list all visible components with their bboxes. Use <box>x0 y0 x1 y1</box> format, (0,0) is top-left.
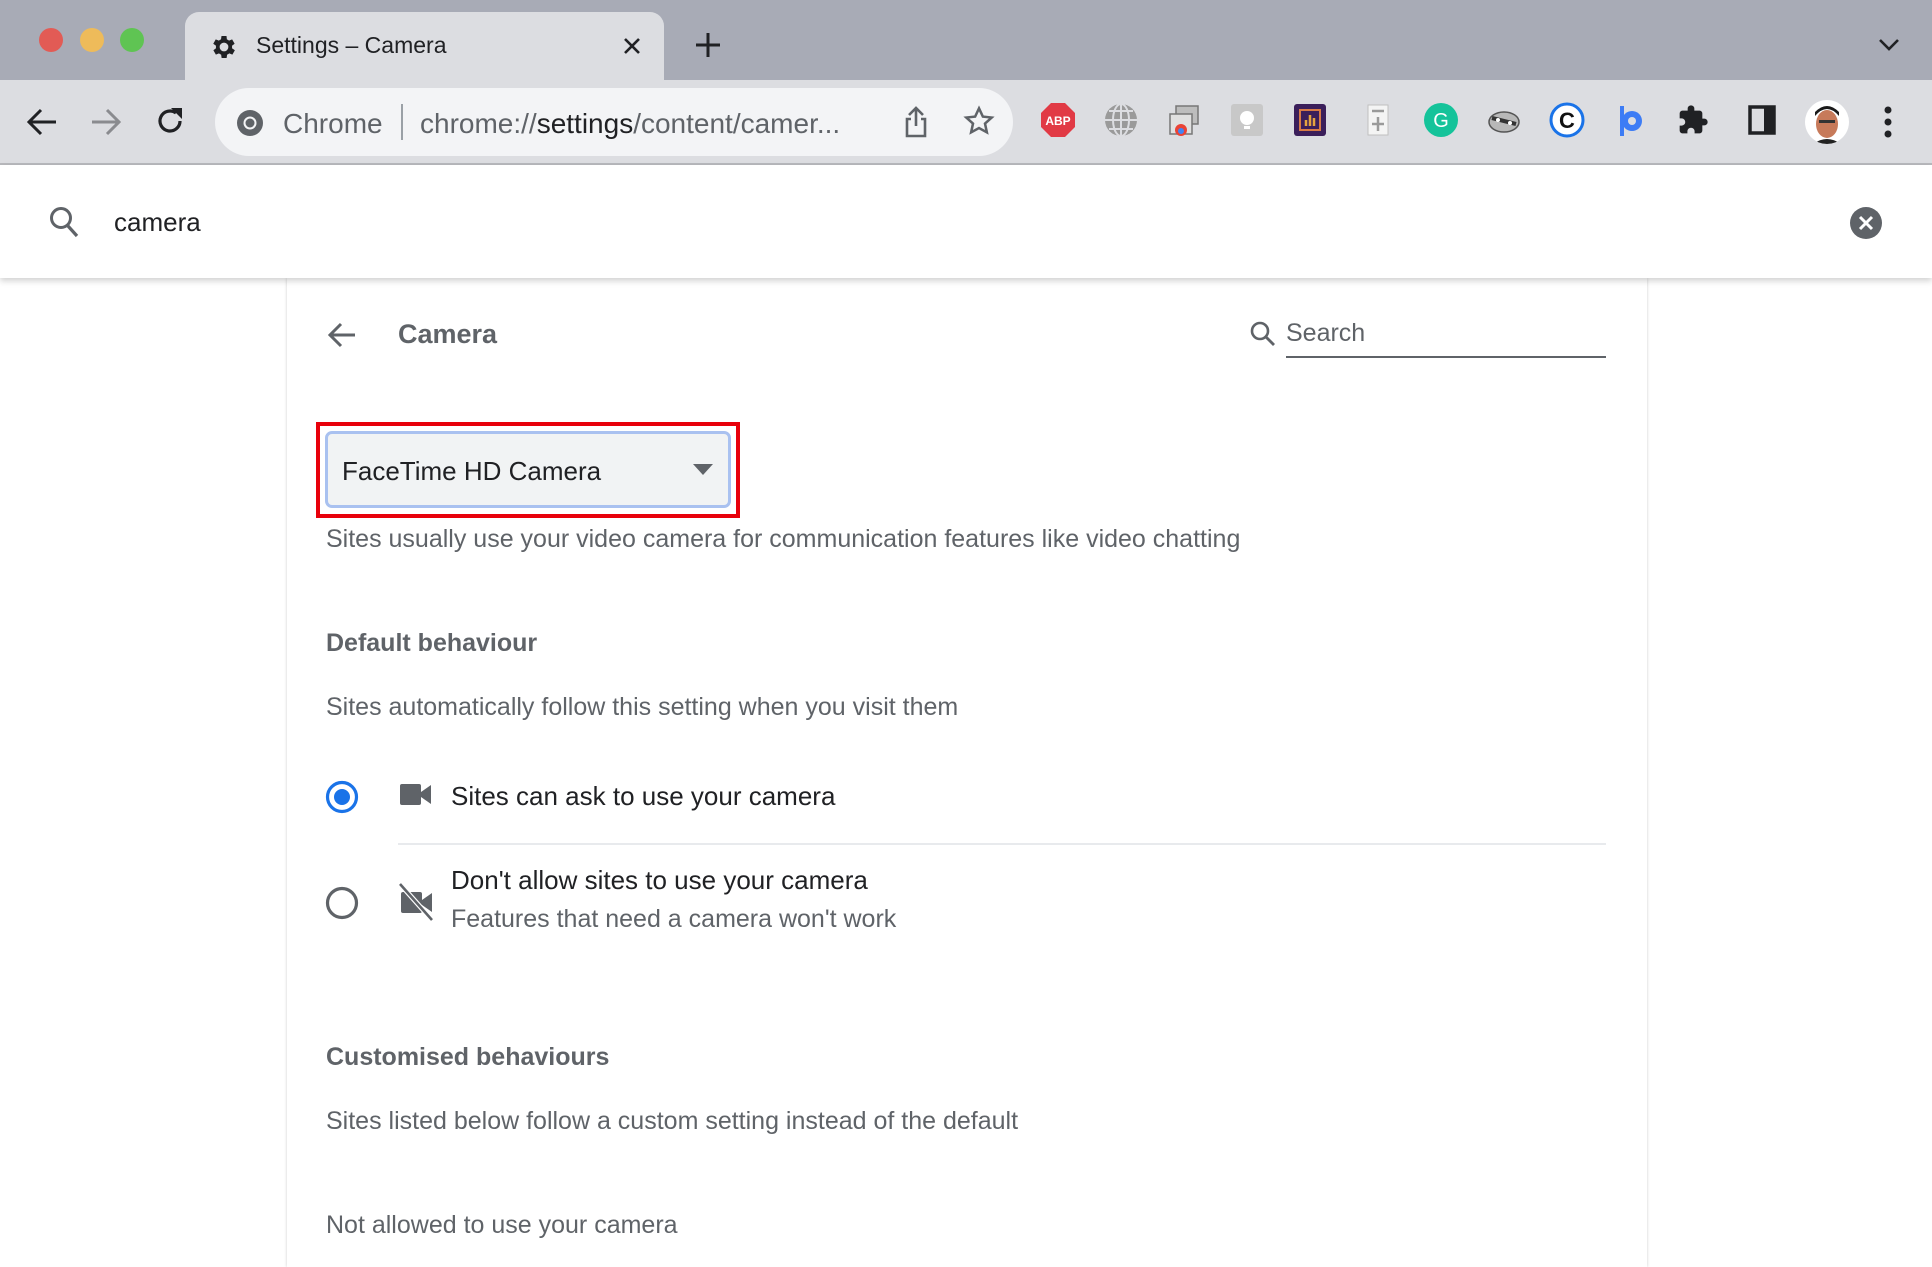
extensions-puzzle-icon[interactable] <box>1675 102 1711 138</box>
tab-search-chevron-down-icon[interactable] <box>1878 38 1900 52</box>
search-underline <box>1286 356 1606 358</box>
customised-behaviours-subtext: Sites listed below follow a custom setti… <box>326 1107 1019 1135</box>
option-block-sublabel: Features that need a camera won't work <box>451 905 897 933</box>
close-tab-icon[interactable] <box>621 35 643 57</box>
videocam-off-icon <box>399 882 434 922</box>
reload-icon[interactable] <box>154 105 186 137</box>
settings-search-input[interactable]: camera <box>114 207 201 238</box>
back-arrow-icon[interactable] <box>26 107 58 137</box>
close-window-button[interactable] <box>39 28 63 52</box>
url-host: settings <box>536 108 634 139</box>
pocket-p-icon[interactable] <box>1612 102 1648 138</box>
grammarly-icon[interactable]: G <box>1423 102 1459 138</box>
chrome-logo-icon <box>237 110 263 136</box>
address-bar[interactable]: Chrome chrome://settings/content/camer..… <box>215 88 1013 156</box>
maximize-window-button[interactable] <box>120 28 144 52</box>
adblock-plus-icon[interactable]: ABP <box>1040 102 1076 138</box>
radio-selected[interactable] <box>325 780 359 814</box>
share-icon[interactable] <box>903 105 929 139</box>
profile-avatar[interactable] <box>1805 100 1849 144</box>
side-panel-icon[interactable] <box>1744 102 1780 138</box>
svg-text:ABP: ABP <box>1045 114 1070 128</box>
browser-toolbar: Chrome chrome://settings/content/camer..… <box>0 80 1932 165</box>
camera-select-value: FaceTime HD Camera <box>342 456 602 486</box>
forward-arrow-icon[interactable] <box>90 107 122 137</box>
url-path: /content/camer... <box>633 108 841 139</box>
option-allow-ask-label: Sites can ask to use your camera <box>451 781 836 811</box>
new-tab-icon[interactable] <box>694 31 722 59</box>
option-block-label: Don't allow sites to use your camera <box>451 865 868 895</box>
document-add-icon[interactable] <box>1360 102 1396 138</box>
videocam-icon <box>400 784 431 805</box>
url-text[interactable]: chrome://settings/content/camer... <box>420 108 840 140</box>
camera-settings-card: Camera Search FaceTime HD Camera Sites u… <box>287 278 1647 1267</box>
chrome-remote-desktop-icon[interactable] <box>1166 102 1202 138</box>
default-behaviour-subtext: Sites automatically follow this setting … <box>326 693 959 721</box>
lightbulb-icon[interactable] <box>1229 102 1265 138</box>
globe-icon[interactable] <box>1103 102 1139 138</box>
camera-select-dropdown[interactable]: FaceTime HD Camera <box>325 431 731 508</box>
page-title: Camera <box>398 319 498 349</box>
minimize-window-button[interactable] <box>80 28 104 52</box>
option-block[interactable]: Don't allow sites to use your camera Fea… <box>287 858 1647 968</box>
site-chip-label: Chrome <box>283 108 383 139</box>
raccoon-icon[interactable] <box>1486 102 1522 138</box>
radio-unselected[interactable] <box>325 886 359 920</box>
tab-strip: Settings – Camera <box>0 0 1932 82</box>
url-scheme: chrome:// <box>420 108 537 139</box>
tab-title: Settings – Camera <box>256 32 447 58</box>
omnibox-divider <box>401 104 403 140</box>
default-behaviour-heading: Default behaviour <box>326 629 538 657</box>
bookmark-star-icon[interactable] <box>963 105 995 137</box>
svg-text:C: C <box>1559 108 1575 133</box>
svg-text:G: G <box>1433 110 1449 132</box>
back-arrow-icon[interactable] <box>327 322 357 348</box>
search-icon <box>50 207 79 238</box>
option-allow-ask[interactable]: Sites can ask to use your camera <box>287 758 1647 844</box>
not-allowed-heading: Not allowed to use your camera <box>326 1211 678 1239</box>
site-search-input[interactable]: Search <box>1286 319 1365 348</box>
more-menu-icon[interactable] <box>1883 104 1893 140</box>
gear-icon <box>213 36 235 58</box>
dropdown-arrow-icon <box>693 464 713 475</box>
search-icon <box>1250 321 1275 346</box>
customised-behaviours-heading: Customised behaviours <box>326 1043 610 1071</box>
option-divider <box>398 843 1606 845</box>
tab-settings-camera[interactable]: Settings – Camera <box>185 12 664 82</box>
analytics-icon[interactable] <box>1292 102 1328 138</box>
copyright-c-icon[interactable]: C <box>1549 102 1585 138</box>
clear-search-icon[interactable] <box>1849 206 1883 240</box>
camera-description: Sites usually use your video camera for … <box>326 525 1241 553</box>
settings-search-bar: camera <box>0 165 1932 278</box>
